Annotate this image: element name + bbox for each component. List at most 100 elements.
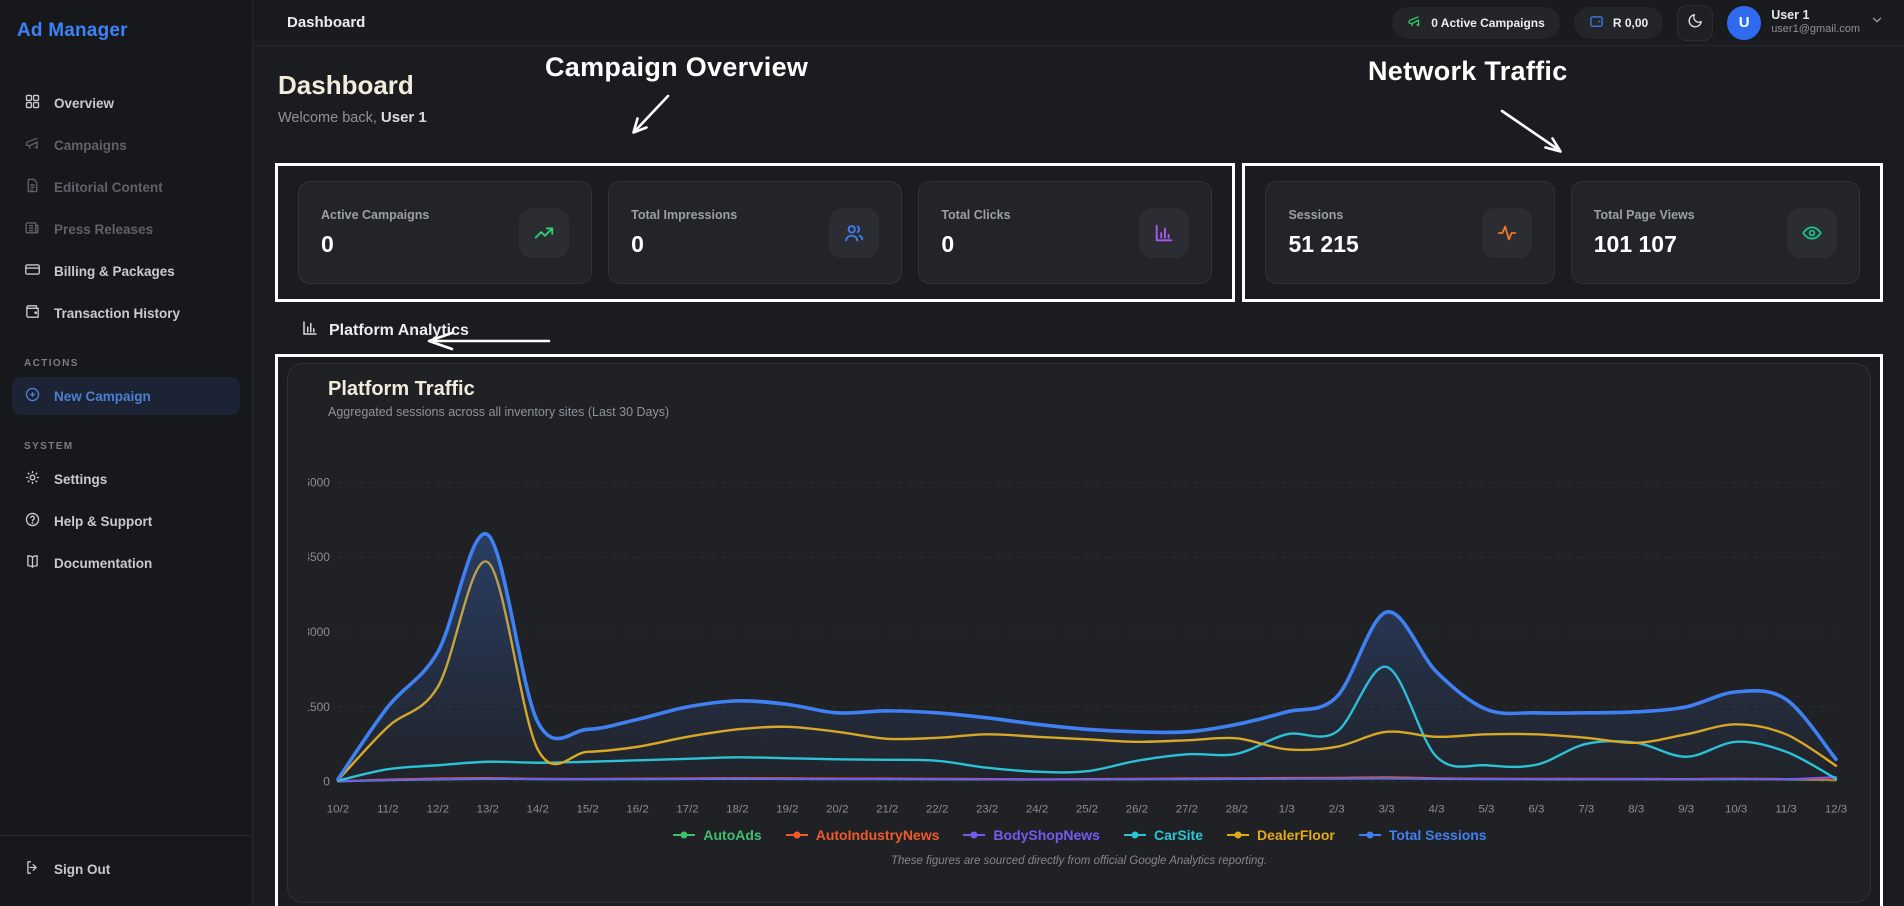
- legend-item: AutoIndustryNews: [784, 827, 940, 843]
- svg-text:25/2: 25/2: [1076, 804, 1098, 816]
- svg-text:16/2: 16/2: [626, 804, 648, 816]
- trending-up-icon: [519, 208, 569, 258]
- traffic-chart[interactable]: 0150030004500600010/211/212/213/214/215/…: [308, 447, 1850, 827]
- svg-text:15/2: 15/2: [576, 804, 598, 816]
- page-title: Dashboard: [278, 70, 1883, 101]
- network-traffic-group: Sessions 51 215 Total Page Views 101 107: [1242, 163, 1883, 302]
- sidebar-item-label: Press Releases: [54, 222, 153, 237]
- signout-section: Sign Out: [0, 835, 252, 906]
- legend-label: AutoAds: [703, 827, 761, 843]
- user-email: user1@gmail.com: [1771, 23, 1860, 37]
- chart-subtitle: Aggregated sessions across all inventory…: [328, 405, 1850, 419]
- help-circle-icon: [24, 511, 41, 531]
- avatar: U: [1727, 6, 1761, 40]
- sidebar-item-new-campaign[interactable]: New Campaign: [12, 377, 240, 415]
- svg-text:13/2: 13/2: [477, 804, 499, 816]
- app-logo: Ad Manager: [0, 0, 252, 48]
- legend-marker-icon: [961, 829, 987, 841]
- sidebar: Ad Manager Overview Campaigns Editorial …: [0, 0, 253, 906]
- ad-manager-app: Ad Manager Overview Campaigns Editorial …: [0, 0, 1904, 906]
- sidebar-item-settings[interactable]: Settings: [12, 460, 240, 498]
- svg-text:0: 0: [323, 775, 330, 789]
- topbar-title: Dashboard: [287, 14, 365, 31]
- chart-title: Platform Traffic: [328, 378, 1850, 401]
- sidebar-item-label: Billing & Packages: [54, 264, 175, 279]
- user-menu[interactable]: U User 1 user1@gmail.com: [1727, 6, 1884, 40]
- sidebar-item-label: New Campaign: [54, 389, 151, 404]
- sidebar-item-label: Sign Out: [54, 862, 110, 877]
- legend-item: Total Sessions: [1357, 827, 1487, 843]
- svg-text:19/2: 19/2: [776, 804, 798, 816]
- svg-text:10/3: 10/3: [1725, 804, 1747, 816]
- wallet-card-icon: [1589, 14, 1604, 32]
- svg-text:6/3: 6/3: [1528, 804, 1544, 816]
- sidebar-item-help[interactable]: Help & Support: [12, 502, 240, 540]
- legend-item: DealerFloor: [1225, 827, 1335, 843]
- gear-icon: [24, 469, 41, 489]
- stat-card-active-campaigns: Active Campaigns 0: [298, 181, 592, 284]
- svg-text:4/3: 4/3: [1429, 804, 1445, 816]
- legend-marker-icon: [1357, 829, 1383, 841]
- signout-button[interactable]: Sign Out: [12, 850, 240, 888]
- sidebar-item-editorial-content[interactable]: Editorial Content: [12, 168, 240, 206]
- badge-label: R 0,00: [1613, 16, 1648, 30]
- stat-value: 101 107: [1594, 231, 1695, 258]
- stat-card-total-clicks: Total Clicks 0: [918, 181, 1212, 284]
- sidebar-item-campaigns[interactable]: Campaigns: [12, 126, 240, 164]
- chart-card: Platform Traffic Aggregated sessions acr…: [287, 363, 1871, 903]
- sidebar-item-press-releases[interactable]: Press Releases: [12, 210, 240, 248]
- stat-value: 0: [631, 231, 737, 258]
- welcome-user: User 1: [381, 109, 427, 126]
- megaphone-icon: [1407, 14, 1422, 32]
- svg-text:21/2: 21/2: [876, 804, 898, 816]
- legend-marker-icon: [784, 829, 810, 841]
- stat-card-total-impressions: Total Impressions 0: [608, 181, 902, 284]
- svg-text:3000: 3000: [308, 625, 330, 639]
- svg-text:7/3: 7/3: [1578, 804, 1594, 816]
- stat-label: Total Impressions: [631, 208, 737, 222]
- welcome-text: Welcome back, User 1: [278, 109, 1883, 126]
- svg-text:1500: 1500: [308, 700, 330, 714]
- legend-label: BodyShopNews: [993, 827, 1100, 843]
- sidebar-item-label: Documentation: [54, 556, 152, 571]
- svg-text:17/2: 17/2: [676, 804, 698, 816]
- stat-card-sessions: Sessions 51 215: [1265, 181, 1554, 284]
- campaign-overview-group: Active Campaigns 0 Total Impressions 0: [275, 163, 1235, 302]
- svg-text:12/2: 12/2: [427, 804, 449, 816]
- platform-analytics-header: Platform Analytics: [301, 319, 1883, 342]
- sidebar-item-documentation[interactable]: Documentation: [12, 544, 240, 582]
- section-label-system: SYSTEM: [0, 419, 252, 456]
- welcome-prefix: Welcome back,: [278, 110, 377, 126]
- theme-toggle-button[interactable]: [1677, 5, 1713, 41]
- sidebar-item-overview[interactable]: Overview: [12, 84, 240, 122]
- platform-traffic-box: Platform Traffic Aggregated sessions acr…: [275, 354, 1883, 906]
- svg-text:27/2: 27/2: [1176, 804, 1198, 816]
- stat-label: Sessions: [1288, 208, 1358, 222]
- plus-circle-icon: [24, 386, 41, 406]
- sidebar-item-transaction-history[interactable]: Transaction History: [12, 294, 240, 332]
- svg-text:10/2: 10/2: [327, 804, 349, 816]
- svg-text:8/3: 8/3: [1628, 804, 1644, 816]
- chart-footnote: These figures are sourced directly from …: [308, 855, 1850, 867]
- chart-legend: AutoAdsAutoIndustryNewsBodyShopNewsCarSi…: [308, 827, 1850, 843]
- svg-text:14/2: 14/2: [527, 804, 549, 816]
- svg-text:4500: 4500: [308, 550, 330, 564]
- sidebar-item-billing[interactable]: Billing & Packages: [12, 252, 240, 290]
- legend-marker-icon: [1225, 829, 1251, 841]
- stat-label: Total Clicks: [941, 208, 1010, 222]
- stat-value: 0: [321, 231, 429, 258]
- activity-icon: [1482, 208, 1532, 258]
- svg-text:24/2: 24/2: [1026, 804, 1048, 816]
- moon-icon: [1687, 12, 1704, 34]
- stat-value: 0: [941, 231, 1010, 258]
- stat-card-total-page-views: Total Page Views 101 107: [1571, 181, 1860, 284]
- sidebar-item-label: Overview: [54, 96, 114, 111]
- svg-text:11/3: 11/3: [1775, 804, 1796, 816]
- balance-badge[interactable]: R 0,00: [1574, 7, 1663, 39]
- wallet-icon: [24, 303, 41, 323]
- legend-marker-icon: [671, 829, 697, 841]
- newspaper-icon: [24, 219, 41, 239]
- section-label-actions: ACTIONS: [0, 336, 252, 373]
- active-campaigns-badge[interactable]: 0 Active Campaigns: [1392, 7, 1560, 39]
- dashboard-content: Dashboard Welcome back, User 1 Active Ca…: [253, 46, 1904, 906]
